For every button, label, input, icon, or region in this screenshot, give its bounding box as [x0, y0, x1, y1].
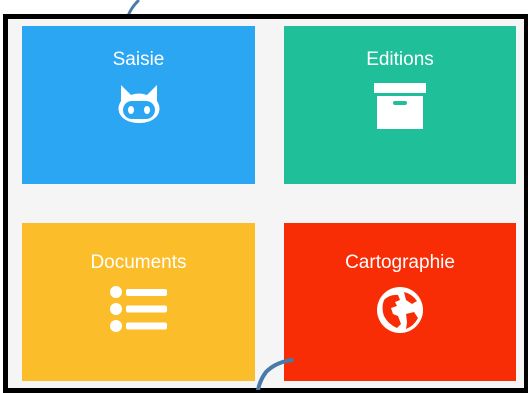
tile-cartographie[interactable]: Cartographie: [284, 223, 516, 381]
list-icon: [109, 286, 167, 332]
archive-box-icon: [374, 83, 426, 129]
tile-documents-label: Documents: [90, 252, 187, 273]
tile-saisie[interactable]: Saisie: [22, 26, 255, 184]
tile-editions[interactable]: Editions: [284, 26, 516, 184]
tile-documents[interactable]: Documents: [22, 223, 255, 381]
dashboard-frame: Saisie Editions Documents Cartographie: [3, 14, 528, 393]
tile-cartographie-label: Cartographie: [345, 252, 455, 273]
annotation-stroke-bottom: [256, 358, 294, 390]
tile-saisie-label: Saisie: [112, 49, 165, 70]
github-octocat-icon: [118, 85, 159, 123]
tile-editions-label: Editions: [366, 49, 434, 70]
globe-icon: [377, 287, 423, 333]
